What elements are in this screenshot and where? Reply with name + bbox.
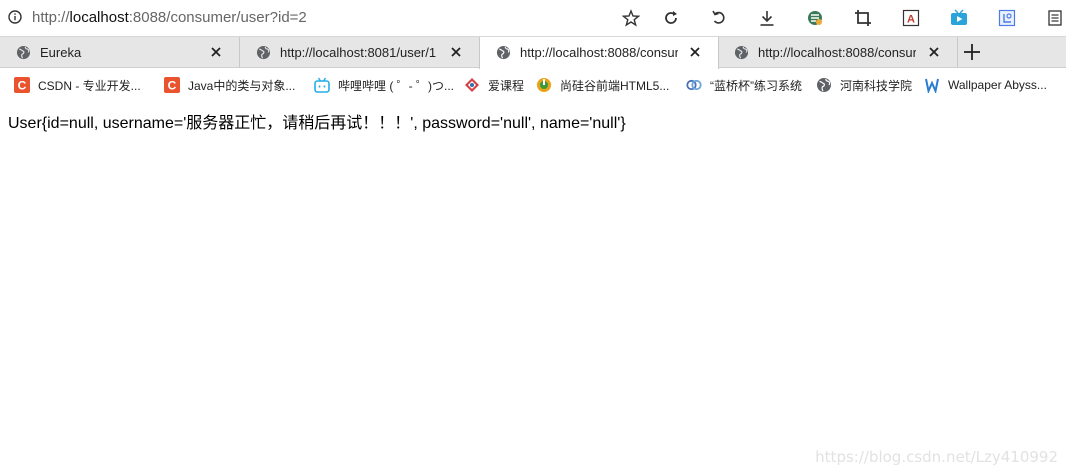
bookmark-atguigu[interactable]: 尚硅谷前端HTML5... — [536, 76, 669, 94]
url-field[interactable]: http://localhost:8088/consumer/user?id=2 — [32, 9, 307, 26]
close-icon[interactable] — [449, 45, 463, 59]
tab-user-8081[interactable]: http://localhost:8081/user/1 — [240, 37, 480, 68]
address-bar[interactable]: http://localhost:8088/consumer/user?id=2… — [0, 0, 1066, 36]
globe-icon — [16, 45, 31, 60]
bookmark-label: CSDN - 专业开发... — [38, 78, 141, 93]
video-icon[interactable] — [950, 9, 968, 27]
globe-icon — [816, 77, 832, 93]
bookmark-wallpaper-abyss[interactable]: Wallpaper Abyss... — [924, 76, 1047, 94]
tab-strip: Eureka http://localhost:8081/user/1 http… — [0, 36, 1066, 69]
url-prefix: http:// — [32, 9, 70, 26]
watermark: https://blog.csdn.net/Lzy410992 — [815, 448, 1058, 466]
atguigu-icon — [536, 77, 552, 93]
star-icon[interactable] — [622, 9, 640, 27]
bookmark-java-class[interactable]: C Java中的类与对象... — [164, 76, 295, 94]
bookmark-label: “蓝桥杯”练习系统 — [710, 78, 802, 93]
bookmark-label: 哔哩哔哩 ( ゜- ゜)つ... — [338, 78, 454, 93]
tab-consumer[interactable]: http://localhost:8088/consur — [718, 37, 958, 68]
lanqiao-icon — [686, 77, 702, 93]
extension-icon[interactable] — [806, 9, 824, 27]
bookmark-label: 爱课程 — [488, 78, 525, 93]
undo-icon[interactable] — [710, 9, 728, 27]
csdn-icon: C — [14, 77, 30, 93]
url-host: localhost — [69, 9, 129, 26]
svg-text:C: C — [18, 79, 27, 93]
translate-icon[interactable]: A — [902, 9, 920, 27]
bookmark-icourse[interactable]: 爱课程 — [464, 76, 524, 94]
bookmark-csdn[interactable]: C CSDN - 专业开发... — [14, 76, 141, 94]
csdn-icon: C — [164, 77, 180, 93]
tab-title: http://localhost:8088/consur — [758, 45, 916, 60]
svg-text:A: A — [907, 14, 915, 26]
tab-title: http://localhost:8088/consur — [520, 45, 678, 60]
bookmark-label: 河南科技学院 — [840, 78, 913, 93]
close-icon[interactable] — [927, 45, 941, 59]
bookmark-bilibili[interactable]: 哔哩哔哩 ( ゜- ゜)つ... — [314, 76, 454, 94]
tab-eureka[interactable]: Eureka — [0, 37, 240, 68]
refresh-icon[interactable] — [662, 9, 680, 27]
bookmarks-bar: C CSDN - 专业开发... C Java中的类与对象... 哔哩哔哩 ( … — [0, 69, 1066, 99]
close-icon[interactable] — [209, 45, 223, 59]
bookmark-label: Java中的类与对象... — [188, 78, 296, 93]
tab-consumer-active[interactable]: http://localhost:8088/consur — [479, 37, 719, 69]
response-body-text: User{id=null, username='服务器正忙，请稍后再试！！！',… — [8, 115, 626, 132]
icourse-icon — [464, 77, 480, 93]
bookmark-hnist[interactable]: 河南科技学院 — [816, 76, 912, 94]
tab-title: http://localhost:8081/user/1 — [280, 45, 437, 60]
wallpaper-icon — [924, 77, 940, 93]
info-icon[interactable] — [8, 10, 22, 24]
screenshot-icon[interactable] — [998, 9, 1016, 27]
bilibili-icon — [314, 77, 330, 93]
download-icon[interactable] — [758, 9, 776, 27]
globe-icon — [734, 45, 749, 60]
bookmark-label: 尚硅谷前端HTML5... — [560, 78, 670, 93]
close-icon[interactable] — [688, 45, 702, 59]
svg-text:C: C — [168, 79, 177, 93]
globe-icon — [496, 45, 511, 60]
bookmark-label: Wallpaper Abyss... — [948, 78, 1047, 92]
reader-icon[interactable] — [1046, 9, 1064, 27]
crop-icon[interactable] — [854, 9, 872, 27]
globe-icon — [256, 45, 271, 60]
bookmark-lanqiao[interactable]: “蓝桥杯”练习系统 — [686, 76, 802, 94]
url-path: :8088/consumer/user?id=2 — [128, 9, 307, 26]
tab-title: Eureka — [40, 45, 82, 60]
new-tab-icon[interactable] — [962, 42, 982, 62]
